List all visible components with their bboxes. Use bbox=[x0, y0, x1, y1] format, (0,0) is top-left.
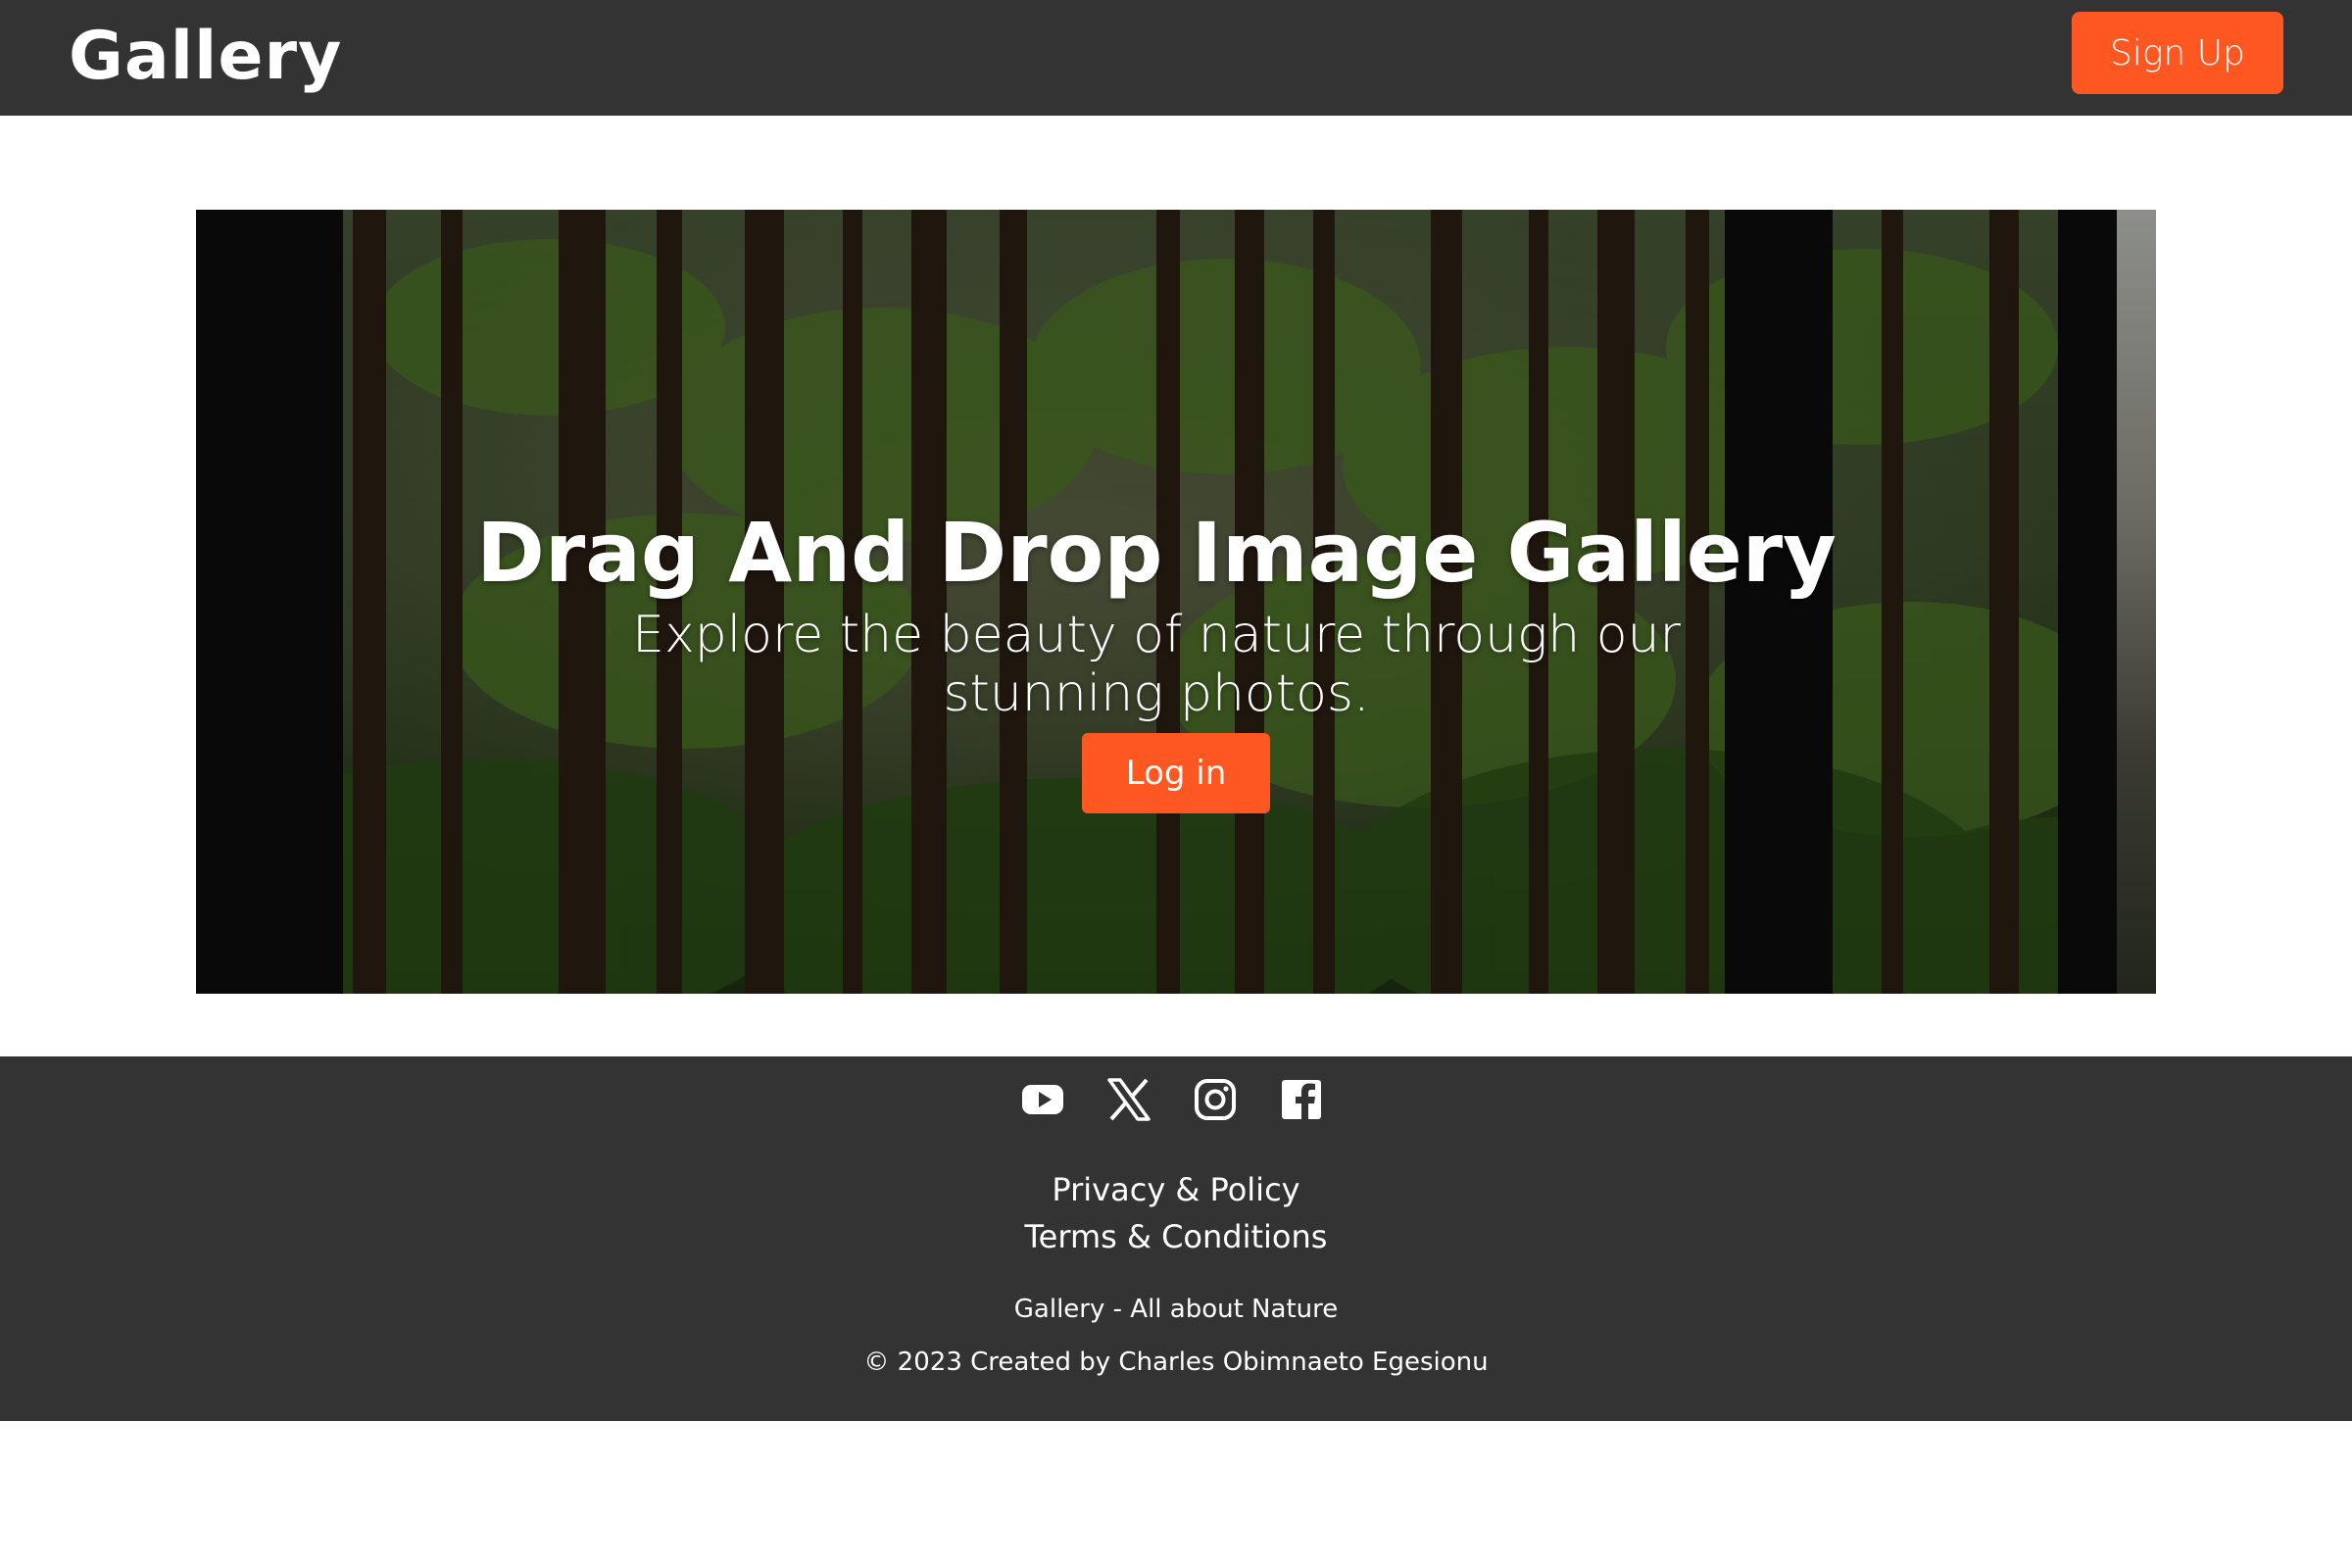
footer: Privacy & Policy Terms & Conditions Gall… bbox=[0, 1056, 2352, 1421]
privacy-policy-link-row: Privacy & Policy bbox=[0, 1170, 2352, 1209]
instagram-icon[interactable] bbox=[1192, 1076, 1239, 1123]
sign-up-button[interactable]: Sign Up bbox=[2072, 12, 2283, 94]
navbar: Gallery Sign Up bbox=[0, 0, 2352, 116]
x-icon[interactable] bbox=[1105, 1076, 1152, 1123]
privacy-policy-link[interactable]: Privacy & Policy bbox=[1052, 1171, 1299, 1208]
hero-banner: Drag And Drop Image Gallery Explore the … bbox=[196, 210, 2156, 994]
brand-logo[interactable]: Gallery bbox=[69, 18, 342, 96]
facebook-icon[interactable] bbox=[1278, 1076, 1325, 1123]
terms-conditions-link[interactable]: Terms & Conditions bbox=[1025, 1218, 1328, 1255]
hero-title: Drag And Drop Image Gallery bbox=[476, 505, 1837, 601]
terms-conditions-link-row: Terms & Conditions bbox=[0, 1217, 2352, 1256]
footer-tagline: Gallery - All about Nature bbox=[1013, 1295, 1339, 1324]
hero-subtitle: Explore the beauty of nature through our… bbox=[632, 606, 1681, 723]
hero-content: Drag And Drop Image Gallery Explore the … bbox=[196, 210, 2117, 994]
youtube-icon[interactable] bbox=[1019, 1076, 1066, 1123]
copyright-text: © 2023 Created by Charles Obimnaeto Eges… bbox=[863, 1348, 1489, 1377]
social-links bbox=[1019, 1076, 1333, 1135]
log-in-button[interactable]: Log in bbox=[1082, 733, 1270, 813]
adjacent-slide-edge bbox=[2117, 210, 2156, 994]
